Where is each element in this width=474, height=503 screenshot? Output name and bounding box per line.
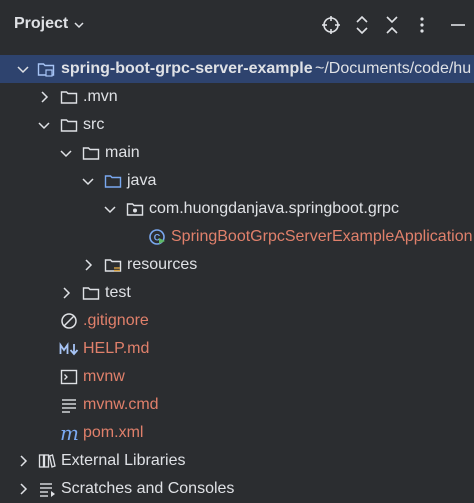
- chevron-right-icon[interactable]: [81, 258, 95, 272]
- more-icon[interactable]: [412, 15, 432, 35]
- folder-icon: [60, 91, 78, 104]
- panel-title[interactable]: Project: [14, 15, 68, 33]
- chevron-down-icon[interactable]: [72, 18, 86, 32]
- resources-folder-icon: [104, 259, 122, 272]
- tree-item-help-md[interactable]: HELP.md: [0, 335, 474, 363]
- tree-item-label: Scratches and Consoles: [61, 480, 235, 497]
- chevron-right-icon[interactable]: [59, 286, 73, 300]
- tree-item-mvn[interactable]: .mvn: [0, 83, 474, 111]
- target-icon[interactable]: [321, 15, 341, 35]
- scratches-icon: [40, 483, 55, 497]
- tree-item-java[interactable]: java: [0, 167, 474, 195]
- collapse-icon[interactable]: [382, 15, 402, 35]
- tree-item-label: External Libraries: [61, 452, 186, 469]
- tree-item-app-class[interactable]: C SpringBootGrpcServerExampleApplication: [0, 223, 474, 251]
- chevron-down-icon[interactable]: [59, 146, 73, 160]
- tree-item-label: mvnw: [83, 368, 125, 385]
- minimize-icon[interactable]: [448, 15, 468, 35]
- expand-icon[interactable]: [352, 15, 372, 35]
- tree-item-gitignore[interactable]: .gitignore: [0, 307, 474, 335]
- chevron-right-icon[interactable]: [16, 454, 30, 468]
- folder-icon: [82, 287, 100, 300]
- project-panel-header: Project: [0, 0, 474, 52]
- tree-item-label: test: [105, 284, 131, 301]
- tree-item-label: mvnw.cmd: [83, 396, 159, 413]
- module-folder-icon: [37, 63, 55, 77]
- terminal-file-icon: [60, 369, 78, 385]
- tree-item-root[interactable]: spring-boot-grpc-server-example ~/Docume…: [0, 55, 474, 83]
- package-icon: [126, 203, 144, 216]
- chevron-right-icon[interactable]: [16, 482, 30, 496]
- chevron-down-icon[interactable]: [16, 62, 30, 76]
- tree-item-mvnw[interactable]: mvnw: [0, 363, 474, 391]
- maven-icon: m: [60, 421, 79, 445]
- chevron-down-icon[interactable]: [103, 202, 117, 216]
- tree-item-label: SpringBootGrpcServerExampleApplication: [171, 228, 473, 245]
- tree-item-main[interactable]: main: [0, 139, 474, 167]
- chevron-down-icon[interactable]: [37, 118, 51, 132]
- tree-item-label: main: [105, 144, 140, 161]
- tree-item-test[interactable]: test: [0, 279, 474, 307]
- source-folder-icon: [104, 175, 122, 188]
- markdown-icon: [59, 342, 79, 356]
- tree-item-resources[interactable]: resources: [0, 251, 474, 279]
- tree-item-label: com.huongdanjava.springboot.grpc: [149, 200, 399, 217]
- tree-item-label: .gitignore: [83, 312, 149, 329]
- tree-item-mvnw-cmd[interactable]: mvnw.cmd: [0, 391, 474, 419]
- chevron-right-icon[interactable]: [37, 90, 51, 104]
- folder-icon: [82, 147, 100, 160]
- tree-item-label: src: [83, 116, 105, 133]
- tree-item-label: HELP.md: [83, 340, 150, 357]
- tree-item-package[interactable]: com.huongdanjava.springboot.grpc: [0, 195, 474, 223]
- tree-item-label: java: [127, 172, 157, 189]
- chevron-down-icon[interactable]: [81, 174, 95, 188]
- tree-item-pom[interactable]: m pom.xml: [0, 419, 474, 447]
- text-file-icon: [62, 399, 76, 413]
- tree-item-label: resources: [127, 256, 198, 273]
- tree-item-src[interactable]: src: [0, 111, 474, 139]
- folder-icon: [60, 119, 78, 132]
- tree-item-label: pom.xml: [83, 424, 144, 441]
- ignore-file-icon: [61, 313, 77, 329]
- spring-boot-class-icon: C: [149, 229, 165, 245]
- tree-item-external-libraries[interactable]: External Libraries: [0, 447, 474, 475]
- tree-item-path: ~/Documents/code/hu: [315, 60, 472, 77]
- library-icon: [38, 454, 56, 468]
- tree-item-label: spring-boot-grpc-server-example: [61, 60, 313, 77]
- tree-item-label: .mvn: [83, 88, 118, 105]
